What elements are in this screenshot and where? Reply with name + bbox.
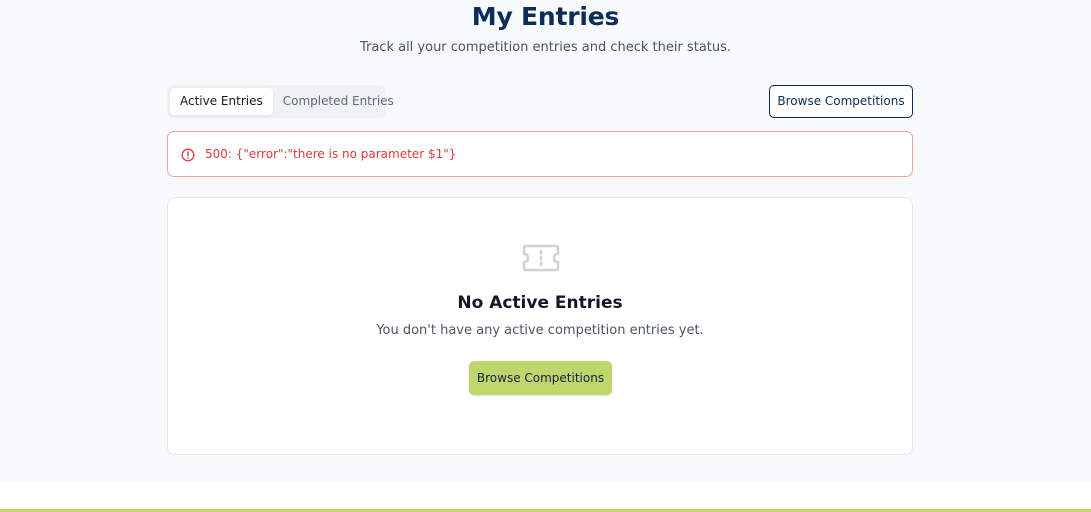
browse-competitions-primary-button[interactable]: Browse Competitions (469, 361, 612, 395)
error-alert: 500: {"error":"there is no parameter $1"… (167, 131, 913, 177)
empty-state-description: You don't have any active competition en… (376, 323, 704, 338)
page: My Entries Track all your competition en… (0, 0, 1091, 482)
ticket-icon (521, 243, 561, 273)
browse-competitions-button[interactable]: Browse Competitions (769, 85, 913, 118)
empty-state-title: No Active Entries (457, 293, 623, 313)
error-message: 500: {"error":"there is no parameter $1"… (205, 147, 457, 161)
alert-circle-icon (181, 147, 195, 162)
tab-active-entries[interactable]: Active Entries (170, 88, 273, 115)
tab-completed-entries[interactable]: Completed Entries (273, 88, 404, 115)
empty-state-card: No Active Entries You don't have any act… (167, 197, 913, 455)
page-subtitle: Track all your competition entries and c… (359, 40, 732, 55)
entries-tabs: Active Entries Completed Entries (167, 85, 394, 118)
page-title: My Entries (471, 2, 620, 31)
